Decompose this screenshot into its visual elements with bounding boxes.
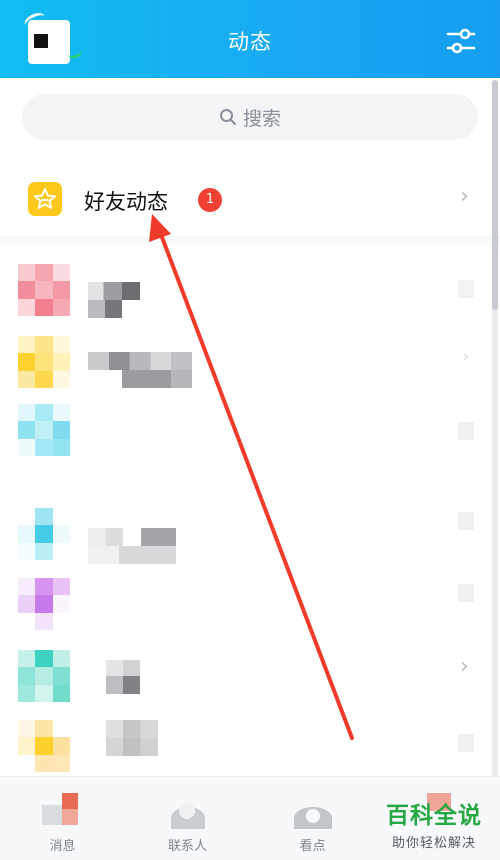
list-item[interactable] (0, 578, 500, 650)
friends-feed-row[interactable]: 好友动态 1 › (0, 168, 500, 232)
avatar (18, 404, 70, 456)
eye-icon (292, 793, 332, 829)
filter-settings-button[interactable] (444, 24, 478, 58)
list-item[interactable]: › (0, 336, 500, 408)
tab-discover[interactable]: 看点 (250, 777, 375, 860)
star-icon (28, 182, 62, 216)
tab-contacts[interactable]: 联系人 (125, 777, 250, 860)
scrollbar-thumb[interactable] (492, 80, 498, 310)
list-item[interactable] (0, 404, 500, 476)
avatar (18, 578, 70, 630)
obscured-text (88, 352, 192, 370)
tab-label: 看点 (299, 839, 326, 854)
tab-label: 联系人 (167, 839, 207, 854)
friends-feed-label: 好友动态 (84, 190, 168, 214)
chevron-right-icon: › (460, 654, 469, 679)
obscured-text (106, 738, 158, 756)
avatar (18, 720, 70, 772)
obscured-text (106, 720, 158, 738)
chevron-right-icon: › (462, 346, 470, 367)
chevron-right-icon: › (460, 184, 469, 209)
watermark-title: 百科全说 (386, 803, 482, 829)
avatar (18, 264, 70, 316)
avatar (18, 336, 70, 388)
obscured-text (122, 370, 192, 388)
search-icon (219, 109, 236, 125)
avatar (18, 650, 70, 702)
search-placeholder: 搜索 (242, 107, 281, 130)
top-bar: 动态 (0, 0, 500, 78)
watermark-logo: 百科全说 助你轻松解决 (374, 796, 494, 851)
watermark-subtitle: 助你轻松解决 (391, 836, 476, 851)
contacts-icon (167, 793, 207, 829)
tab-label: 消息 (49, 839, 76, 854)
obscured-text (88, 300, 122, 318)
list-item[interactable] (0, 508, 500, 580)
obscured-text (106, 676, 140, 694)
search-input[interactable]: 搜索 (22, 94, 478, 140)
page-title: 动态 (228, 30, 272, 54)
section-divider (0, 236, 500, 252)
list-item[interactable] (0, 264, 500, 336)
tab-messages[interactable]: 消息 (0, 777, 125, 860)
obscured-text (88, 282, 140, 300)
obscured-text (88, 528, 176, 546)
sliders-icon (446, 28, 476, 54)
avatar (18, 508, 70, 560)
message-icon (42, 793, 82, 829)
unread-count-badge: 1 (198, 188, 222, 212)
obscured-text (88, 546, 176, 564)
list-item[interactable]: › (0, 650, 500, 722)
